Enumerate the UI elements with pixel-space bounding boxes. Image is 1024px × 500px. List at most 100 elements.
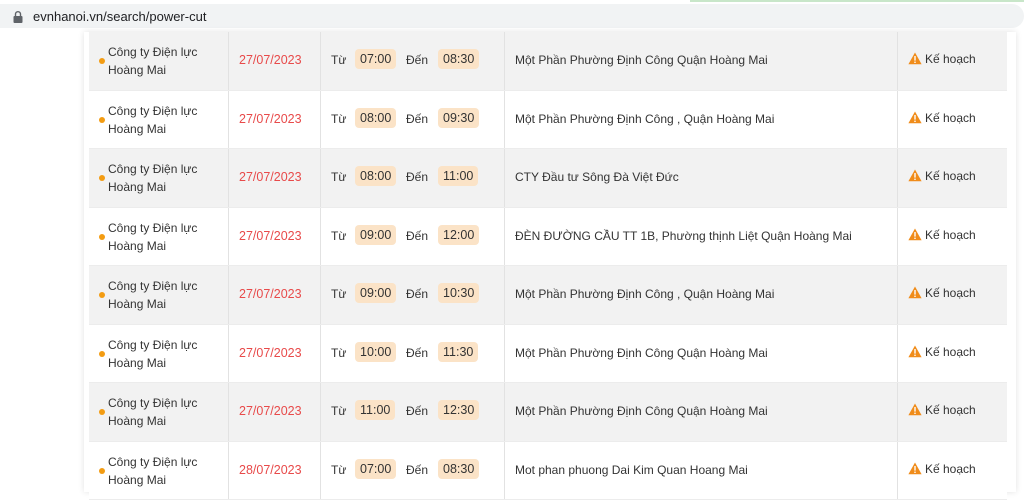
area-cell: Một Phần Phường Định Công Quận Hoàng Mai [505,32,898,90]
company-cell: Công ty Điện lực Hoàng Mai [89,91,229,149]
company-cell: Công ty Điện lực Hoàng Mai [89,266,229,324]
outage-date: 27/07/2023 [239,229,302,243]
bullet-dot-icon [99,292,105,298]
status-badge: Kế hoạch [908,286,976,300]
bullet-dot-icon [99,468,105,474]
status-badge: Kế hoạch [908,345,976,359]
from-label: Từ [331,346,346,360]
status-cell: Kế hoạch [898,32,1007,90]
time-cell: Từ 08:00 Đến 11:00 [321,149,505,207]
status-badge: Kế hoạch [908,403,976,417]
date-cell: 27/07/2023 [229,266,321,324]
bullet-dot-icon [99,175,105,181]
company-name-line2: Hoàng Mai [108,122,166,136]
to-label: Đến [406,346,428,360]
url-text[interactable]: evnhanoi.vn/search/power-cut [33,9,206,24]
warning-icon [908,345,922,358]
company-name-line2: Hoàng Mai [108,239,166,253]
outage-date: 28/07/2023 [239,463,302,477]
status-label: Kế hoạch [925,462,976,476]
company-cell: Công ty Điện lực Hoàng Mai [89,208,229,266]
status-badge: Kế hoạch [908,52,976,66]
end-time-badge: 09:30 [438,108,479,128]
company-name-line2: Hoàng Mai [108,297,166,311]
table-row: Công ty Điện lực Hoàng Mai 27/07/2023 Từ… [89,208,1007,267]
status-cell: Kế hoạch [898,208,1007,266]
status-cell: Kế hoạch [898,442,1007,500]
company-cell: Công ty Điện lực Hoàng Mai [89,442,229,500]
company-name-line2: Hoàng Mai [108,473,166,487]
outage-area: Mot phan phuong Dai Kim Quan Hoang Mai [515,463,748,477]
company-name-line1: Công ty Điện lực [108,162,197,176]
end-time-badge: 08:30 [438,459,479,479]
company-name-line1: Công ty Điện lực [108,104,197,118]
warning-icon [908,111,922,124]
progress-line [690,0,1024,2]
status-badge: Kế hoạch [908,111,976,125]
time-cell: Từ 09:00 Đến 10:30 [321,266,505,324]
warning-icon [908,228,922,241]
power-cut-table: Công ty Điện lực Hoàng Mai 27/07/2023 Từ… [89,32,1007,500]
start-time-badge: 08:00 [355,108,396,128]
outage-area: Một Phần Phường Định Công Quận Hoàng Mai [515,53,768,67]
company-cell: Công ty Điện lực Hoàng Mai [89,325,229,383]
area-cell: Một Phần Phường Định Công , Quận Hoàng M… [505,91,898,149]
to-label: Đến [406,170,428,184]
time-cell: Từ 09:00 Đến 12:00 [321,208,505,266]
status-label: Kế hoạch [925,169,976,183]
from-label: Từ [331,287,346,301]
to-label: Đến [406,53,428,67]
from-label: Từ [331,229,346,243]
warning-icon [908,286,922,299]
from-label: Từ [331,53,346,67]
bullet-dot-icon [99,234,105,240]
outage-area: Một Phần Phường Định Công Quận Hoàng Mai [515,404,768,418]
start-time-badge: 07:00 [355,49,396,69]
start-time-badge: 08:00 [355,166,396,186]
to-label: Đến [406,229,428,243]
end-time-badge: 11:00 [438,166,478,186]
date-cell: 28/07/2023 [229,442,321,500]
end-time-badge: 11:30 [438,342,478,362]
company-name-line2: Hoàng Mai [108,180,166,194]
lock-icon[interactable] [12,10,24,24]
time-cell: Từ 07:00 Đến 08:30 [321,32,505,90]
to-label: Đến [406,463,428,477]
table-row: Công ty Điện lực Hoàng Mai 27/07/2023 Từ… [89,325,1007,384]
warning-icon [908,169,922,182]
table-row: Công ty Điện lực Hoàng Mai 27/07/2023 Từ… [89,91,1007,150]
status-label: Kế hoạch [925,286,976,300]
outage-area: Một Phần Phường Định Công , Quận Hoàng M… [515,287,774,301]
outage-area: CTY Đầu tư Sông Đà Việt Đức [515,170,679,184]
time-cell: Từ 11:00 Đến 12:30 [321,383,505,441]
bullet-dot-icon [99,58,105,64]
warning-icon [908,52,922,65]
outage-date: 27/07/2023 [239,287,302,301]
to-label: Đến [406,287,428,301]
company-cell: Công ty Điện lực Hoàng Mai [89,32,229,90]
to-label: Đến [406,404,428,418]
area-cell: CTY Đầu tư Sông Đà Việt Đức [505,149,898,207]
from-label: Từ [331,112,346,126]
outage-date: 27/07/2023 [239,170,302,184]
table-row: Công ty Điện lực Hoàng Mai 27/07/2023 Từ… [89,149,1007,208]
table-row: Công ty Điện lực Hoàng Mai 28/07/2023 Từ… [89,442,1007,500]
company-name-line1: Công ty Điện lực [108,396,197,410]
date-cell: 27/07/2023 [229,91,321,149]
warning-icon [908,462,922,475]
time-cell: Từ 07:00 Đến 08:30 [321,442,505,500]
company-name-line1: Công ty Điện lực [108,45,197,59]
warning-icon [908,403,922,416]
status-badge: Kế hoạch [908,228,976,242]
date-cell: 27/07/2023 [229,325,321,383]
from-label: Từ [331,170,346,184]
company-name-line2: Hoàng Mai [108,356,166,370]
status-label: Kế hoạch [925,111,976,125]
company-name-line2: Hoàng Mai [108,414,166,428]
company-cell: Công ty Điện lực Hoàng Mai [89,149,229,207]
area-cell: Một Phần Phường Định Công , Quận Hoàng M… [505,266,898,324]
status-label: Kế hoạch [925,345,976,359]
end-time-badge: 10:30 [438,283,479,303]
outage-area: ĐÈN ĐƯỜNG CẦU TT 1B, Phường thịnh Liệt Q… [515,229,852,243]
area-cell: Một Phần Phường Định Công Quận Hoàng Mai [505,383,898,441]
